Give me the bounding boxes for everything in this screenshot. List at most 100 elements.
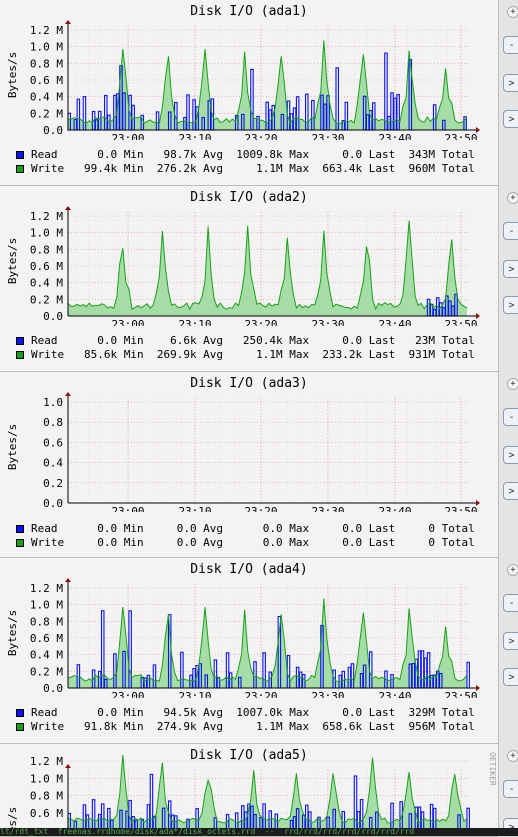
y-tick-label: 0.0 bbox=[43, 124, 63, 137]
write-series-area bbox=[68, 220, 467, 316]
disk-io-chart: Disk I/O (ada4) Bytes/s 0.0 0.2 M 0.4 M 0.6 M… bbox=[6, 562, 480, 698]
x-tick-label: 23:50 bbox=[444, 690, 477, 698]
legend: Read 0.0 Min 0.0 Avg 0.0 Max 0.0 Last 0 … bbox=[16, 522, 475, 550]
y-tick-label: 0.4 M bbox=[30, 277, 63, 290]
y-tick-label: 0.2 M bbox=[30, 665, 63, 678]
y-tick-label: 0.6 M bbox=[30, 632, 63, 645]
legend-row-write: Write 91.8k Min 274.9k Avg 1.1M Max 658.… bbox=[16, 720, 475, 734]
zoom-in-button[interactable]: + bbox=[507, 192, 518, 204]
x-tick-label: 23:40 bbox=[378, 132, 411, 140]
x-tick-label: 23:20 bbox=[244, 318, 277, 326]
zoom-out-button[interactable]: - bbox=[503, 222, 518, 240]
y-tick-label: 1.0 M bbox=[30, 772, 63, 785]
legend-swatch bbox=[16, 351, 24, 359]
x-tick-label: 23:50 bbox=[444, 132, 477, 140]
x-tick-label: 23:50 bbox=[444, 318, 477, 326]
disk-io-chart: Disk I/O (ada5)Bytes/s 0.6 M0.8 M1.0 M1.2… bbox=[6, 748, 478, 836]
expand-button[interactable]: > bbox=[503, 74, 518, 92]
y-tick-label: 0.6 bbox=[43, 436, 63, 449]
y-tick-label: 1.0 M bbox=[30, 227, 63, 240]
y-axis-label: Bytes/s bbox=[6, 238, 19, 284]
y-tick-label: 0.6 M bbox=[30, 74, 63, 87]
expand-button[interactable]: > bbox=[503, 260, 518, 278]
legend-swatch bbox=[16, 165, 24, 173]
zoom-out-button[interactable]: - bbox=[503, 408, 518, 426]
zoom-out-button[interactable]: - bbox=[503, 780, 518, 798]
expand-button[interactable]: > bbox=[503, 446, 518, 464]
x-tick-label: 23:00 bbox=[111, 505, 144, 512]
y-tick-label: 1.2 M bbox=[30, 755, 63, 768]
x-tick-label: 23:30 bbox=[311, 132, 344, 140]
legend: Read 0.0 Min 98.7k Avg 1009.8k Max 0.0 L… bbox=[16, 148, 475, 176]
y-tick-label: 0.0 bbox=[43, 310, 63, 323]
legend-swatch bbox=[16, 525, 24, 533]
y-tick-label: 0.8 M bbox=[30, 790, 63, 803]
zoom-in-button[interactable]: + bbox=[507, 750, 518, 762]
next-button[interactable]: > bbox=[503, 482, 518, 500]
y-tick-label: 1.0 M bbox=[30, 41, 63, 54]
zoom-out-button[interactable]: - bbox=[503, 36, 518, 54]
legend-text: Write 99.4k Min 276.2k Avg 1.1M Max 663.… bbox=[31, 162, 475, 175]
disk-io-chart: Disk I/O (ada2) Bytes/s 0.0 0.2 M 0.4 M 0.6 M… bbox=[6, 190, 480, 326]
legend-swatch bbox=[16, 709, 24, 717]
expand-button[interactable]: > bbox=[503, 632, 518, 650]
legend-text: Read 0.0 Min 0.0 Avg 0.0 Max 0.0 Last 0 … bbox=[31, 522, 475, 535]
zoom-in-button[interactable]: + bbox=[507, 6, 518, 18]
y-tick-label: 1.2 M bbox=[30, 24, 63, 37]
legend-swatch bbox=[16, 337, 24, 345]
legend-text: Write 91.8k Min 274.9k Avg 1.1M Max 658.… bbox=[31, 720, 475, 733]
legend-row-write: Write 0.0 Min 0.0 Avg 0.0 Max 0.0 Last 0… bbox=[16, 536, 475, 550]
x-tick-label: 23:00 bbox=[111, 318, 144, 326]
legend-row-read: Read 0.0 Min 98.7k Avg 1009.8k Max 0.0 L… bbox=[16, 148, 475, 162]
legend-row-read: Read 0.0 Min 0.0 Avg 0.0 Max 0.0 Last 0 … bbox=[16, 522, 475, 536]
y-tick-label: 0.8 bbox=[43, 416, 63, 429]
x-tick-label: 23:40 bbox=[378, 505, 411, 512]
x-tick-label: 23:20 bbox=[244, 132, 277, 140]
y-axis-label: Bytes/s bbox=[6, 52, 19, 98]
chart-title: Disk I/O (ada5) bbox=[190, 748, 307, 763]
legend: Read 0.0 Min 6.6k Avg 250.4k Max 0.0 Las… bbox=[16, 334, 475, 362]
chart-title: Disk I/O (ada2) bbox=[190, 190, 307, 205]
x-tick-label: 23:00 bbox=[111, 132, 144, 140]
y-tick-label: 0.8 M bbox=[30, 615, 63, 628]
next-button[interactable]: > bbox=[503, 110, 518, 128]
x-tick-label: 23:50 bbox=[444, 505, 477, 512]
next-button[interactable]: > bbox=[503, 296, 518, 314]
y-tick-label: 0.2 bbox=[43, 477, 63, 490]
graph-panel: Disk I/O (ada1) Bytes/s 0.0 0.2 M 0.4 M 0.6 M… bbox=[0, 0, 506, 186]
y-tick-label: 0.4 M bbox=[30, 91, 63, 104]
y-tick-label: 0.8 M bbox=[30, 243, 63, 256]
y-tick-label: 1.2 M bbox=[30, 210, 63, 223]
y-tick-label: 0.0 bbox=[43, 497, 63, 510]
y-axis-arrow bbox=[65, 20, 71, 24]
zoom-out-button[interactable]: - bbox=[503, 594, 518, 612]
chart-title: Disk I/O (ada1) bbox=[190, 4, 307, 19]
grid bbox=[68, 398, 470, 504]
zoom-in-button[interactable]: + bbox=[507, 378, 518, 390]
x-tick-label: 23:40 bbox=[378, 318, 411, 326]
y-tick-label: 0.6 M bbox=[30, 807, 63, 820]
x-tick-label: 23:20 bbox=[244, 505, 277, 512]
y-axis-label: Bytes/s bbox=[6, 610, 19, 656]
legend-text: Read 0.0 Min 94.5k Avg 1007.0k Max 0.0 L… bbox=[31, 706, 475, 719]
legend-text: Write 85.6k Min 269.9k Avg 1.1M Max 233.… bbox=[31, 348, 475, 361]
legend: Read 0.0 Min 94.5k Avg 1007.0k Max 0.0 L… bbox=[16, 706, 475, 734]
legend-text: Read 0.0 Min 98.7k Avg 1009.8k Max 0.0 L… bbox=[31, 148, 475, 161]
graph-panel: Disk I/O (ada4) Bytes/s 0.0 0.2 M 0.4 M 0.6 M… bbox=[0, 558, 506, 744]
x-tick-label: 23:30 bbox=[311, 690, 344, 698]
legend-row-write: Write 85.6k Min 269.9k Avg 1.1M Max 233.… bbox=[16, 348, 475, 362]
y-tick-label: 0.4 bbox=[43, 457, 63, 470]
graph-panel: Disk I/O (ada3) Bytes/s 0.0 0.2 0.4 0.6 0.8 1.0… bbox=[0, 372, 506, 558]
sidebar: +->>+->>+->>+->>+-> bbox=[498, 0, 518, 836]
zoom-in-button[interactable]: + bbox=[507, 564, 518, 576]
next-button[interactable]: > bbox=[503, 668, 518, 686]
legend-text: Read 0.0 Min 6.6k Avg 250.4k Max 0.0 Las… bbox=[31, 334, 475, 347]
y-tick-label: 1.0 M bbox=[30, 599, 63, 612]
y-axis-arrow bbox=[65, 392, 71, 396]
y-tick-label: 0.2 M bbox=[30, 107, 63, 120]
status-bar: lt/rdt_txt freenas.rrdhome/disk/ada*/dis… bbox=[0, 828, 518, 836]
y-tick-label: 0.0 bbox=[43, 682, 63, 695]
graph-panel: Disk I/O (ada5) Bytes/s 0.6 M 0.8 M 1.0 M 1.2… bbox=[0, 744, 506, 837]
disk-io-chart: Disk I/O (ada1) Bytes/s 0.0 0.2 M 0.4 M 0.6 M… bbox=[6, 4, 480, 140]
y-tick-label: 1.2 M bbox=[30, 582, 63, 595]
